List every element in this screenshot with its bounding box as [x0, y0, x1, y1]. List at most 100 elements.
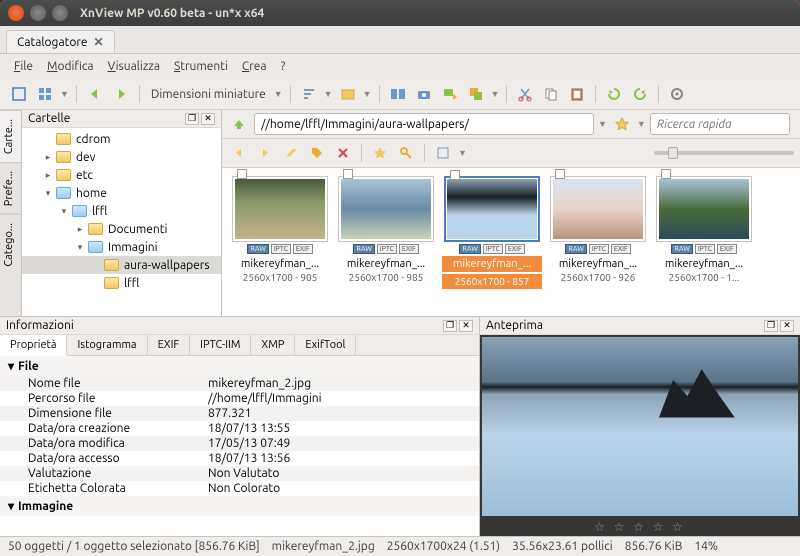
tree-row[interactable]: cdrom: [22, 130, 221, 148]
search-input[interactable]: [650, 113, 790, 135]
tree-row[interactable]: ▸Documenti: [22, 220, 221, 238]
restore-icon[interactable]: ❐: [185, 113, 199, 125]
chevron-down-icon[interactable]: ▼: [274, 89, 283, 99]
checkbox[interactable]: [450, 170, 460, 180]
chevron-down-icon[interactable]: ▼: [491, 89, 500, 99]
thumbnail-item[interactable]: RAWIPTCEXIF mikereyfman_... 2560x1700 - …: [336, 176, 436, 308]
folder-tree[interactable]: cdrom ▸dev ▸etc ▾home ▾lffl ▸Documenti ▾…: [22, 128, 221, 316]
key-icon[interactable]: [395, 142, 417, 164]
checkbox[interactable]: [661, 169, 671, 179]
thumbnail-size-slider[interactable]: [654, 151, 794, 155]
chevron-down-icon[interactable]: ▼: [324, 89, 333, 99]
preview-image[interactable]: [482, 337, 798, 516]
side-tabstrip: Carte... Prefe... Catego...: [0, 110, 22, 316]
chevron-down-icon[interactable]: ▼: [637, 119, 646, 129]
star-icon[interactable]: [369, 142, 391, 164]
rotate-left-icon[interactable]: [603, 83, 625, 105]
tree-row[interactable]: lffl: [22, 274, 221, 292]
tree-row[interactable]: ▾Immagini: [22, 238, 221, 256]
path-input[interactable]: [254, 113, 594, 135]
rating-stars[interactable]: ☆ ☆ ☆ ☆ ☆: [480, 518, 800, 536]
close-icon[interactable]: [8, 5, 24, 21]
maximize-icon[interactable]: [52, 5, 68, 21]
edit-icon[interactable]: [280, 142, 302, 164]
tab-istogramma[interactable]: Istogramma: [67, 335, 147, 355]
capture-icon[interactable]: [413, 83, 435, 105]
checkbox[interactable]: [343, 169, 353, 179]
checkbox[interactable]: [237, 169, 247, 179]
checkbox[interactable]: [555, 169, 565, 179]
close-icon[interactable]: ✕: [201, 113, 215, 125]
sidetab-preferiti[interactable]: Prefe...: [0, 162, 21, 214]
sidetab-cartelle[interactable]: Carte...: [0, 110, 21, 162]
tree-row-selected[interactable]: aura-wallpapers: [22, 256, 221, 274]
settings-icon[interactable]: [666, 83, 688, 105]
close-icon[interactable]: ✕: [94, 35, 104, 49]
tree-row[interactable]: ▸dev: [22, 148, 221, 166]
minimize-icon[interactable]: [30, 5, 46, 21]
chevron-down-icon[interactable]: ▼: [363, 89, 372, 99]
menu-visualizza[interactable]: Visualizza: [102, 57, 166, 76]
tree-row[interactable]: ▾home: [22, 184, 221, 202]
thumb-name: mikereyfman_...: [230, 256, 330, 272]
cut-icon[interactable]: [514, 83, 536, 105]
rotate-right-icon[interactable]: [629, 83, 651, 105]
batch-icon[interactable]: [465, 83, 487, 105]
exif-badge: EXIF: [505, 244, 525, 254]
menu-modifica[interactable]: Modifica: [41, 57, 100, 76]
thumbnail-item[interactable]: RAWIPTCEXIF mikereyfman_... 2560x1700 - …: [654, 176, 754, 308]
chevron-down-icon[interactable]: ▼: [598, 119, 607, 129]
close-icon[interactable]: ✕: [459, 320, 473, 332]
tree-row[interactable]: ▾lffl: [22, 202, 221, 220]
fullscreen-icon[interactable]: [8, 83, 30, 105]
thumbnail-item-selected[interactable]: RAWIPTCEXIF mikereyfman_... 2560x1700 - …: [442, 176, 542, 308]
menu-strumenti[interactable]: Strumenti: [168, 57, 234, 76]
filter-icon[interactable]: [432, 142, 454, 164]
convert-icon[interactable]: [439, 83, 461, 105]
thumb-name: mikereyfman_...: [654, 256, 754, 272]
menu-file[interactable]: File: [8, 57, 39, 76]
tab-catalogatore[interactable]: Catalogatore ✕: [6, 30, 115, 53]
section-immagine[interactable]: ▾Immagine: [0, 496, 479, 516]
restore-icon[interactable]: ❐: [443, 320, 457, 332]
next-icon[interactable]: [254, 142, 276, 164]
sort-icon[interactable]: [298, 83, 320, 105]
up-icon[interactable]: [228, 113, 250, 135]
thumb-dim: 2560x1700 - 905: [243, 272, 318, 283]
tab-exif[interactable]: EXIF: [148, 335, 191, 355]
thumbnail-item[interactable]: RAWIPTCEXIF mikereyfman_... 2560x1700 - …: [548, 176, 648, 308]
forward-icon[interactable]: [110, 83, 132, 105]
compare-icon[interactable]: [387, 83, 409, 105]
chevron-down-icon[interactable]: ▼: [60, 89, 69, 99]
delete-icon[interactable]: [332, 142, 354, 164]
favorite-icon[interactable]: [611, 113, 633, 135]
sidetab-categorie[interactable]: Catego...: [0, 214, 21, 275]
folder-icon: [104, 259, 119, 271]
tree-row[interactable]: ▸etc: [22, 166, 221, 184]
layout-icon[interactable]: [34, 83, 56, 105]
back-icon[interactable]: [84, 83, 106, 105]
menu-crea[interactable]: Crea: [236, 57, 273, 76]
close-icon[interactable]: ✕: [780, 320, 794, 332]
thumbnail-size-label[interactable]: Dimensioni miniature: [147, 88, 270, 101]
thumbnail-item[interactable]: RAWIPTCEXIF mikereyfman_... 2560x1700 - …: [230, 176, 330, 308]
folders-panel: Cartelle ❐ ✕ cdrom ▸dev ▸etc ▾home ▾lffl…: [22, 110, 222, 316]
open-icon[interactable]: [337, 83, 359, 105]
panel-title: Anteprima: [486, 319, 543, 332]
chevron-down-icon[interactable]: ▼: [458, 148, 467, 158]
slider-thumb[interactable]: [668, 147, 678, 159]
menu-help[interactable]: ?: [275, 57, 292, 76]
status-selection: 50 oggetti / 1 oggetto selezionato [856.…: [8, 540, 260, 553]
info-row: Percorso file//home/lffl/Immagini: [0, 391, 479, 406]
section-file[interactable]: ▾File: [0, 356, 479, 376]
thumbnail-grid: RAWIPTCEXIF mikereyfman_... 2560x1700 - …: [222, 168, 800, 316]
tab-exiftool[interactable]: ExifTool: [295, 335, 356, 355]
tab-iptc[interactable]: IPTC-IIM: [190, 335, 251, 355]
tab-proprieta[interactable]: Proprietà: [0, 335, 67, 356]
copy-icon[interactable]: [540, 83, 562, 105]
prev-icon[interactable]: [228, 142, 250, 164]
tag-icon[interactable]: [306, 142, 328, 164]
restore-icon[interactable]: ❐: [764, 320, 778, 332]
tab-xmp[interactable]: XMP: [251, 335, 295, 355]
paste-icon[interactable]: [566, 83, 588, 105]
